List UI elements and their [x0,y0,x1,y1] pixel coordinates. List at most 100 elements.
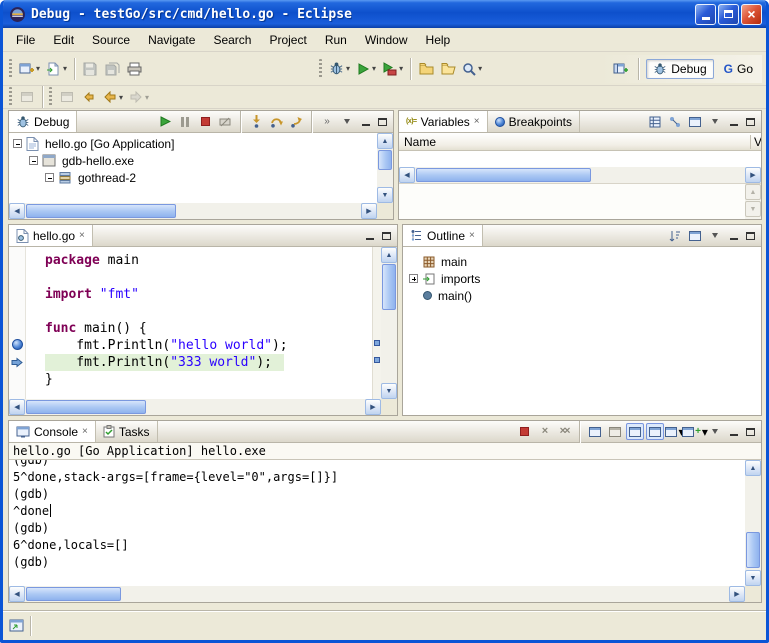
code-line[interactable] [45,269,371,286]
tab-hello-go[interactable]: hello.go × [9,225,93,246]
expander-collapse-icon[interactable] [29,156,38,165]
print-button[interactable] [123,57,145,81]
code-line[interactable]: } [45,371,371,388]
perspective-go-button[interactable]: G Go [717,59,760,79]
remove-all-launches-button[interactable]: ×× [555,423,573,440]
console-horizontal-scrollbar[interactable]: ◀ ▶ [9,586,745,602]
variables-detail-pane[interactable]: ▲ ▼ [399,183,761,219]
outline-item-imports[interactable]: imports [403,270,761,287]
scroll-down-icon[interactable]: ▼ [381,383,397,399]
variables-maximize-button[interactable] [743,115,758,129]
suspend-button[interactable] [176,113,194,130]
titlebar[interactable]: Debug - testGo/src/cmd/hello.go - Eclips… [3,0,766,28]
menu-help[interactable]: Help [417,30,460,50]
toolbar-grip[interactable] [9,87,12,107]
restore-button[interactable] [718,4,739,25]
remove-launch-button[interactable]: × [535,423,553,440]
step-return-button[interactable] [287,113,305,130]
instruction-pointer-icon[interactable] [11,356,24,369]
debug-button[interactable]: ▾ [326,57,353,81]
sort-button[interactable] [666,227,684,244]
close-icon[interactable]: × [474,117,480,127]
menu-navigate[interactable]: Navigate [139,30,204,50]
code-area[interactable]: package main import "fmt" func main() { … [27,247,371,399]
link-with-editor-button[interactable] [56,87,78,107]
editor-gutter[interactable] [9,247,26,399]
minimize-button[interactable] [695,4,716,25]
debug-vertical-scrollbar[interactable]: ▲ ▼ [377,133,393,203]
editor-vertical-scrollbar[interactable]: ▲ ▼ [381,247,397,399]
debug-tree-item-process[interactable]: gdb-hello.exe [9,152,377,169]
menu-window[interactable]: Window [356,30,417,50]
menu-file[interactable]: File [7,30,44,50]
outline-item-package[interactable]: main [403,253,761,270]
terminate-console-button[interactable] [515,423,533,440]
outline-item-main-func[interactable]: main() [403,287,761,304]
debug-tree-item-thread[interactable]: gothread-2 [9,169,377,186]
disconnect-button[interactable] [216,113,234,130]
last-edit-location-button[interactable] [78,87,100,107]
show-console-on-output-button[interactable] [646,423,664,440]
scroll-left-icon[interactable]: ◀ [9,399,25,415]
close-icon[interactable]: × [469,231,475,241]
run-button[interactable]: ▾ [353,57,379,81]
step-into-button[interactable] [247,113,265,130]
open-resource-button[interactable] [437,57,459,81]
scroll-right-icon[interactable]: ▶ [361,203,377,219]
scroll-right-icon[interactable]: ▶ [365,399,381,415]
editor-maximize-button[interactable] [379,229,394,243]
clear-console-button[interactable] [586,423,604,440]
more-toolbar-items-button[interactable]: » [318,113,336,130]
debug-minimize-button[interactable] [358,115,373,129]
expander-expand-icon[interactable] [409,274,418,283]
scrollbar-thumb[interactable] [416,168,591,182]
new-go-element-button[interactable]: ▾ [43,57,70,81]
toolbar-grip[interactable] [9,59,12,79]
back-button[interactable]: ▾ [100,87,126,107]
forward-button[interactable]: ▾ [126,87,152,107]
toggle-mark-occurrences-button[interactable] [16,87,38,107]
tab-tasks[interactable]: Tasks [96,421,158,442]
scroll-up-icon[interactable]: ▲ [745,460,761,476]
code-line[interactable]: package main [45,252,371,269]
open-folder-button[interactable] [415,57,437,81]
console-view-menu-button[interactable] [706,423,724,440]
resume-button[interactable] [156,113,174,130]
variables-tree-empty[interactable] [399,151,761,167]
scroll-left-icon[interactable]: ◀ [9,203,25,219]
scrollbar-thumb[interactable] [26,400,146,414]
outline-view-menu-button[interactable] [706,227,724,244]
close-icon[interactable]: × [79,231,85,241]
show-type-names-button[interactable] [646,113,664,130]
expander-collapse-icon[interactable] [45,173,54,182]
menu-edit[interactable]: Edit [44,30,83,50]
perspective-debug-button[interactable]: Debug [646,59,713,79]
terminate-button[interactable] [196,113,214,130]
debug-maximize-button[interactable] [375,115,390,129]
scroll-up-icon[interactable]: ▲ [381,247,397,263]
code-line[interactable]: func main() { [45,320,371,337]
scrollbar-thumb[interactable] [378,150,392,170]
fast-view-icon[interactable] [9,619,24,633]
scroll-left-icon[interactable]: ◀ [9,586,25,602]
scroll-right-icon[interactable]: ▶ [745,167,761,183]
console-output[interactable]: (gdb) 5^done,stack-args=[frame={level="0… [9,460,745,586]
collapse-all-button[interactable] [686,113,704,130]
debug-horizontal-scrollbar[interactable]: ◀ ▶ [9,203,377,219]
close-button[interactable]: × [741,4,762,25]
step-over-button[interactable] [267,113,285,130]
show-logical-structure-button[interactable] [666,113,684,130]
tab-breakpoints[interactable]: Breakpoints [488,111,580,132]
variables-minimize-button[interactable] [726,115,741,129]
editor-minimize-button[interactable] [362,229,377,243]
close-icon[interactable]: × [82,427,88,437]
code-line[interactable] [45,303,371,320]
menu-source[interactable]: Source [83,30,139,50]
outline-maximize-button[interactable] [743,229,758,243]
tab-variables[interactable]: (x)= Variables × [399,111,488,132]
scroll-up-icon[interactable]: ▲ [745,184,761,200]
toolbar-grip[interactable] [49,87,52,107]
overview-annotation[interactable] [374,340,380,346]
menu-search[interactable]: Search [204,30,260,50]
debug-tree-item-launch[interactable]: hello.go [Go Application] [9,135,377,152]
